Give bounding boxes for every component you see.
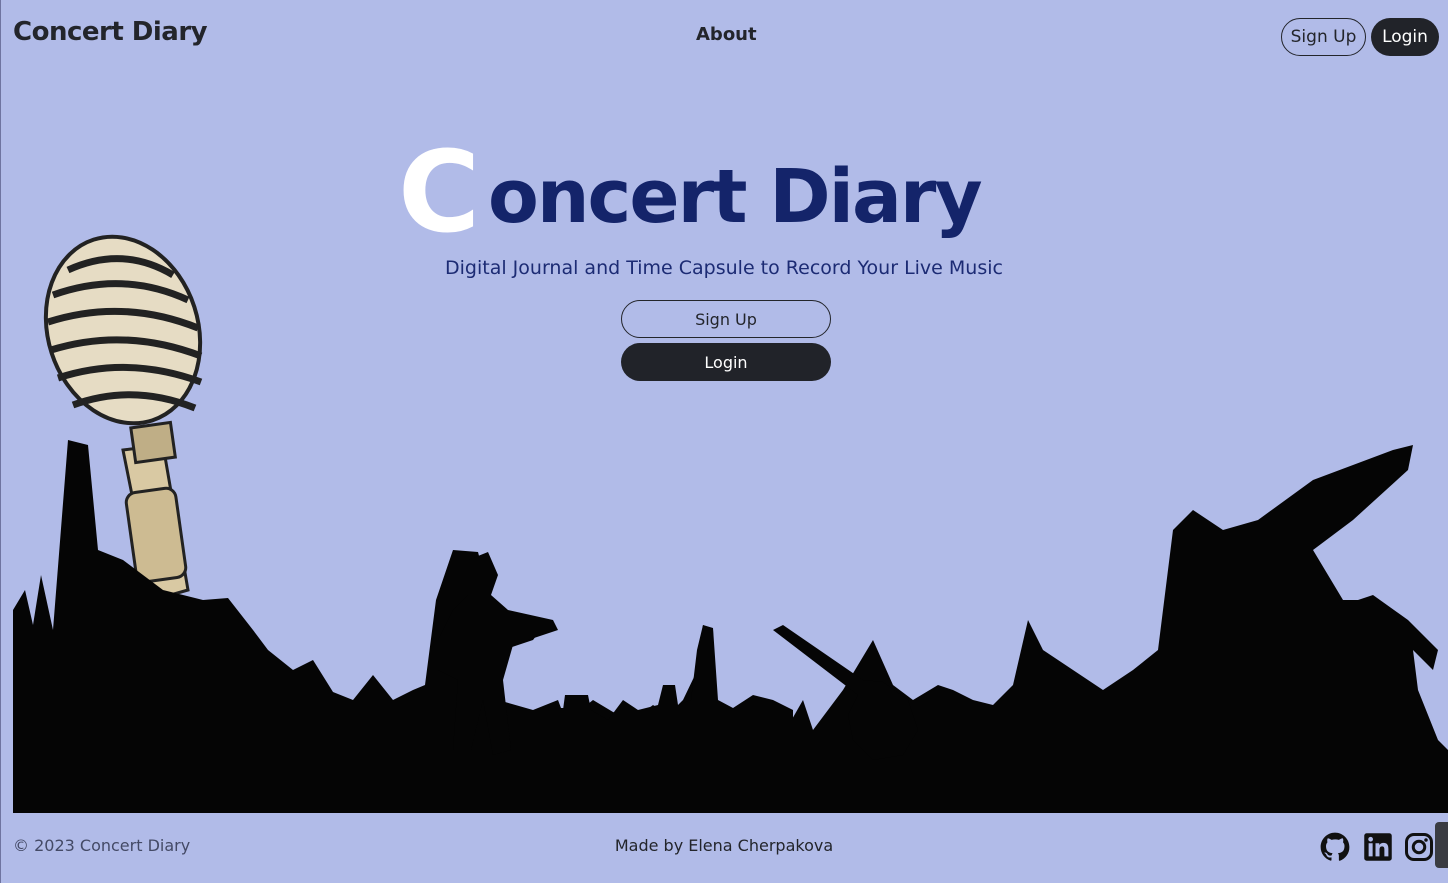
- nav-about-link[interactable]: About: [696, 24, 757, 45]
- skyline-silhouette: [553, 625, 793, 813]
- linkedin-icon[interactable]: [1363, 832, 1393, 862]
- brand-logo[interactable]: Concert Diary: [13, 17, 208, 47]
- window-edge: [0, 0, 1, 883]
- hero-title-rest: oncert Diary: [488, 154, 983, 240]
- nav-login-button[interactable]: Login: [1371, 18, 1439, 56]
- nav-signup-button[interactable]: Sign Up: [1281, 18, 1366, 56]
- instagram-icon[interactable]: [1404, 832, 1434, 862]
- footer-credit: Made by Elena Cherpakova: [614, 836, 834, 855]
- microphone-image: [43, 234, 203, 602]
- github-icon[interactable]: [1320, 832, 1350, 862]
- scroll-to-top-tab[interactable]: [1435, 822, 1448, 868]
- concert-silhouette-illustration: [13, 234, 1448, 813]
